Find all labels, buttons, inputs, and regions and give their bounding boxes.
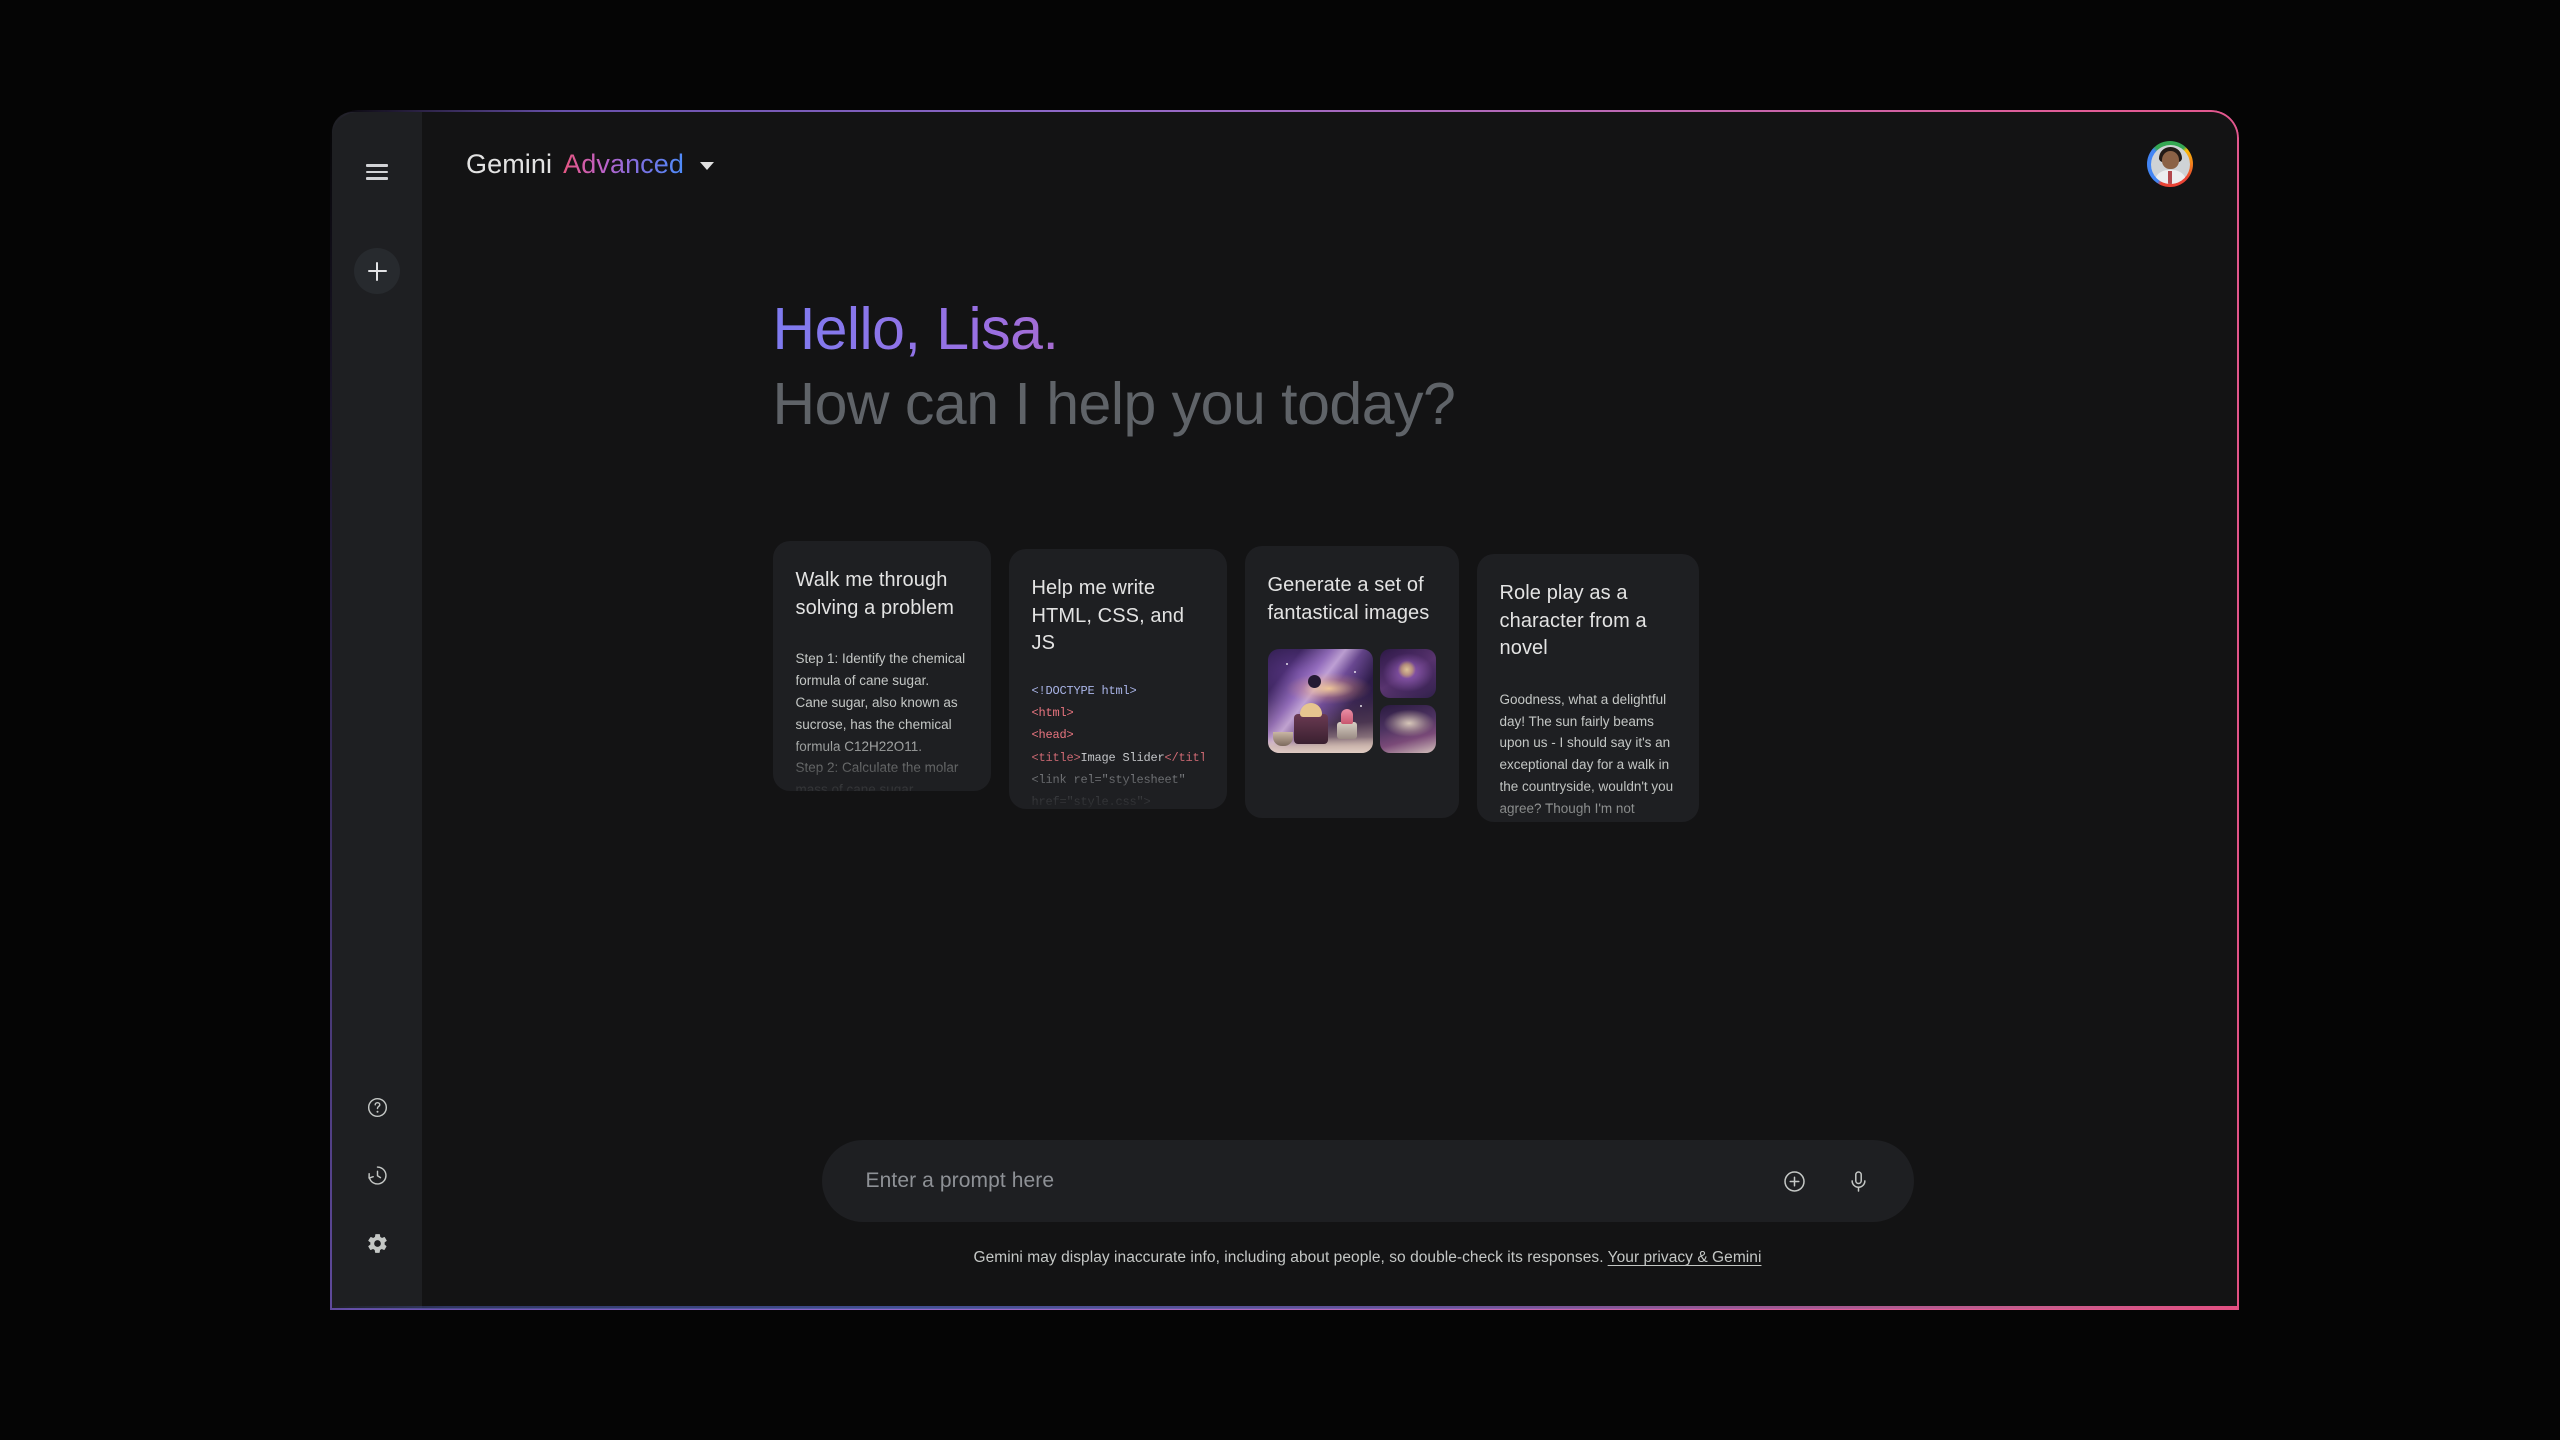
- card-title: Help me write HTML, CSS, and JS: [1031, 576, 1185, 655]
- code-token-close: </title>: [1164, 750, 1221, 765]
- prompt-area: Gemini may display inaccurate info, incl…: [512, 1140, 2237, 1308]
- prompt-input[interactable]: [865, 1169, 1752, 1193]
- content-column: Hello, Lisa. How can I help you today? W…: [772, 216, 1873, 822]
- generated-image-golden-spiral-galaxy: [1379, 649, 1436, 698]
- code-line: <html>: [1031, 706, 1074, 721]
- code-line: <link rel="stylesheet": [1031, 772, 1186, 787]
- suggestion-card-solve-problem[interactable]: Walk me through solving a problem Step 1…: [772, 540, 991, 791]
- suggestion-card-role-play[interactable]: Role play as a character from a novel Go…: [1476, 553, 1699, 822]
- code-token-open: <title>: [1031, 750, 1081, 765]
- card-body-line: Step 2: Calculate the molar mass of cane…: [795, 760, 959, 791]
- disclaimer: Gemini may display inaccurate info, incl…: [974, 1249, 1762, 1267]
- history-icon: [367, 1165, 387, 1185]
- new-chat-button[interactable]: [354, 248, 400, 294]
- code-line: <head>: [1031, 728, 1074, 743]
- add-attachment-button[interactable]: [1774, 1160, 1816, 1202]
- card-body-line: Step 1: Identify the chemical formula of…: [795, 651, 966, 688]
- prompt-actions: [1774, 1160, 1880, 1202]
- card-body: Goodness, what a delightful day! The sun…: [1500, 689, 1676, 822]
- generated-image-grid: [1267, 649, 1436, 754]
- sidebar-item-settings[interactable]: [356, 1222, 398, 1264]
- prompt-bar[interactable]: [821, 1140, 1914, 1222]
- brand-tier-label: Advanced: [563, 148, 685, 179]
- model-selector[interactable]: Gemini Advanced: [462, 143, 724, 186]
- gemini-app-window: Gemini Advanced Hello, Lisa. How can I h: [332, 112, 2237, 1308]
- voice-input-button[interactable]: [1838, 1160, 1880, 1202]
- help-icon: [367, 1097, 387, 1117]
- hamburger-menu-button[interactable]: [355, 150, 399, 194]
- sidebar-item-help[interactable]: [356, 1086, 398, 1128]
- disclaimer-text: Gemini may display inaccurate info, incl…: [973, 1249, 1604, 1266]
- card-title: Role play as a character from a novel: [1499, 581, 1647, 660]
- sidebar-item-activity[interactable]: [356, 1154, 398, 1196]
- card-code-block: <!DOCTYPE html> <html> <head> <title>Ima…: [1031, 680, 1221, 809]
- greeting-block: Hello, Lisa. How can I help you today?: [773, 295, 1873, 441]
- plus-circle-icon: [1784, 1170, 1805, 1192]
- avatar-image: [2150, 144, 2190, 184]
- card-title: Walk me through solving a problem: [795, 568, 954, 619]
- plus-icon: [367, 261, 387, 281]
- gear-icon: [367, 1233, 387, 1253]
- generated-image-cosmic-dessert-landscape: [1267, 649, 1373, 754]
- greeting-primary: Hello, Lisa.: [773, 295, 1873, 365]
- privacy-link[interactable]: Your privacy & Gemini: [1608, 1249, 1762, 1266]
- card-title: Generate a set of fantastical images: [1267, 573, 1430, 624]
- chevron-down-icon: [700, 161, 715, 170]
- suggestion-card-list: Walk me through solving a problem Step 1…: [772, 540, 1873, 822]
- greeting-secondary: How can I help you today?: [772, 370, 1456, 437]
- code-line: <!DOCTYPE html>: [1031, 683, 1137, 698]
- microphone-icon: [1851, 1170, 1866, 1192]
- main-content: Hello, Lisa. How can I help you today? W…: [422, 216, 2237, 1308]
- card-body: Step 1: Identify the chemical formula of…: [796, 648, 968, 791]
- card-body-line: Goodness, what a delightful day! The sun…: [1499, 691, 1674, 817]
- desktop-backdrop: Gemini Advanced Hello, Lisa. How can I h: [0, 0, 2560, 1440]
- code-line: <title>Image Slider</title>: [1031, 747, 1221, 769]
- suggestion-card-write-code[interactable]: Help me write HTML, CSS, and JS <!DOCTYP…: [1008, 548, 1227, 809]
- sidebar-bottom-group: [356, 1086, 398, 1264]
- app-header: Gemini Advanced: [422, 112, 2237, 216]
- suggestion-card-generate-images[interactable]: Generate a set of fantastical images: [1244, 545, 1459, 818]
- sidebar: [332, 112, 422, 1308]
- hamburger-menu-icon: [366, 164, 388, 180]
- code-line: href="style.css">: [1031, 795, 1151, 809]
- generated-image-nebula-layer-cake: [1379, 704, 1436, 754]
- avatar[interactable]: [2147, 141, 2193, 187]
- brand-name: Gemini: [466, 148, 553, 179]
- code-token-inner: Image Slider: [1080, 750, 1165, 765]
- card-body-line: Cane sugar, also known as sucrose, has t…: [795, 694, 958, 754]
- generated-image-column: [1379, 649, 1436, 754]
